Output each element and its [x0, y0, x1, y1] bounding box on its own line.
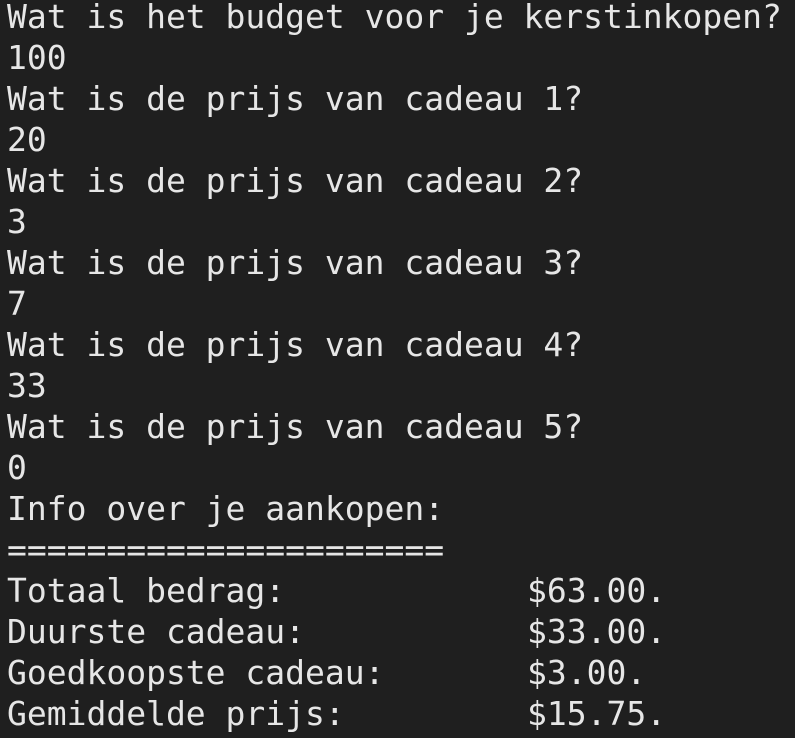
summary-value: $33.00.: [527, 612, 667, 651]
summary-row-most-expensive: Duurste cadeau: $33.00.: [7, 611, 795, 652]
budget-input: 100: [7, 38, 67, 77]
gift-5-prompt: Wat is de prijs van cadeau 5?: [7, 407, 584, 446]
summary-row-average: Gemiddelde prijs: $15.75.: [7, 693, 795, 734]
gift-1-input: 20: [7, 120, 47, 159]
gift-3-input: 7: [7, 284, 27, 323]
gift-2-prompt: Wat is de prijs van cadeau 2?: [7, 161, 584, 200]
summary-row-cheapest: Goedkoopste cadeau: $3.00.: [7, 652, 795, 693]
summary-label: Goedkoopste cadeau:: [7, 653, 385, 692]
summary-separator: ======================: [7, 530, 445, 569]
gift-5-input: 0: [7, 448, 27, 487]
gift-1-prompt: Wat is de prijs van cadeau 1?: [7, 79, 584, 118]
summary-label: Duurste cadeau:: [7, 612, 306, 651]
summary-label: Totaal bedrag:: [7, 571, 286, 610]
gift-2-input: 3: [7, 202, 27, 241]
summary-value: $3.00.: [527, 653, 647, 692]
summary-row-total: Totaal bedrag: $63.00.: [7, 570, 795, 611]
gift-4-input: 33: [7, 366, 47, 405]
summary-heading: Info over je aankopen:: [7, 489, 445, 528]
summary-label: Gemiddelde prijs:: [7, 694, 345, 733]
summary-value: $63.00.: [527, 571, 667, 610]
summary-value: $15.75.: [527, 694, 667, 733]
terminal-window[interactable]: Wat is het budget voor je kerstinkopen? …: [0, 0, 795, 734]
gift-4-prompt: Wat is de prijs van cadeau 4?: [7, 325, 584, 364]
budget-prompt: Wat is het budget voor je kerstinkopen?: [7, 0, 782, 36]
gift-3-prompt: Wat is de prijs van cadeau 3?: [7, 243, 584, 282]
